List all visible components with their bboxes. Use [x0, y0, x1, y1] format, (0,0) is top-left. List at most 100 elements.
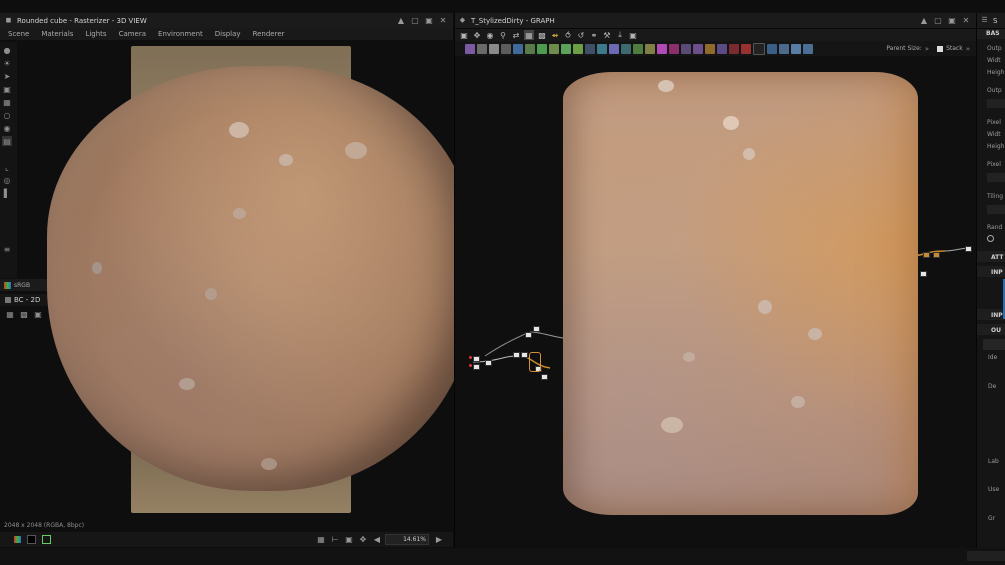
prop-input-params[interactable]: INP [991, 269, 1003, 276]
node-frame-icon[interactable] [779, 43, 789, 54]
graph-node[interactable] [473, 364, 480, 370]
node-noise-icon[interactable] [549, 43, 559, 54]
tree-icon[interactable]: ≡ [2, 244, 12, 254]
snapshot-icon[interactable]: ◉ [485, 30, 495, 40]
save-icon[interactable]: ▩ [19, 309, 29, 319]
float-icon[interactable]: ▢ [411, 16, 419, 25]
node-pattern-icon[interactable] [561, 43, 571, 54]
seed-radio[interactable] [987, 235, 994, 242]
node-bitmap-icon[interactable] [753, 42, 765, 55]
histogram-icon[interactable]: ▌ [2, 188, 12, 198]
material-icon[interactable]: ◉ [2, 123, 12, 133]
pan-icon[interactable]: ✥ [472, 30, 482, 40]
zoom-icon[interactable]: ⚲ [498, 30, 508, 40]
node-shape-icon[interactable] [573, 43, 583, 54]
node-text-icon[interactable] [693, 43, 703, 54]
properties-subheader[interactable] [983, 339, 1005, 350]
node-pin-icon[interactable] [791, 43, 801, 54]
node-ao-icon[interactable] [633, 43, 643, 54]
fit-view-icon[interactable]: ▣ [345, 535, 353, 544]
maximize-icon[interactable]: ▣ [948, 16, 956, 25]
node-filter-icon[interactable] [597, 43, 607, 54]
node-group-icon[interactable] [803, 43, 813, 54]
channel-icon[interactable]: ▣ [33, 309, 43, 319]
prop-field[interactable] [987, 205, 1005, 214]
node-gradient-icon[interactable] [537, 43, 547, 54]
graph-node[interactable] [485, 360, 492, 366]
node-fx-icon[interactable] [717, 43, 727, 54]
rgb-icon[interactable] [14, 536, 21, 543]
graph-node[interactable] [965, 246, 972, 252]
node-curve-icon[interactable] [513, 43, 523, 54]
prop-inputs[interactable]: INP [991, 312, 1003, 319]
layers-icon[interactable]: ▦ [2, 97, 12, 107]
node-pin[interactable] [469, 364, 472, 367]
select-icon[interactable]: ➤ [2, 71, 12, 81]
background-color-icon[interactable] [27, 535, 36, 544]
camera-icon[interactable]: ● [2, 45, 12, 55]
grid-toggle-icon[interactable]: ▦ [524, 30, 534, 40]
stack-checkbox[interactable] [937, 45, 944, 52]
node-warp-icon[interactable] [525, 43, 535, 54]
menu-environment[interactable]: Environment [158, 30, 203, 38]
graph-node[interactable] [473, 356, 480, 362]
prop-field[interactable] [987, 99, 1005, 108]
node-normal-icon[interactable] [609, 43, 619, 54]
grid-icon[interactable]: ▦ [317, 535, 325, 544]
graph-node[interactable] [933, 252, 940, 258]
sphere-icon[interactable]: ○ [2, 110, 12, 120]
prop-field[interactable] [987, 173, 1005, 182]
node-output-icon[interactable] [669, 43, 679, 54]
menu-scene[interactable]: Scene [8, 30, 29, 38]
graph-node[interactable] [541, 374, 548, 380]
prop-attributes[interactable]: ATT [991, 254, 1004, 261]
prop-basic[interactable]: BAS [986, 30, 1000, 37]
node-tile-icon[interactable] [585, 43, 595, 54]
pin-icon[interactable]: ▲ [920, 16, 928, 25]
stack-dropdown-icon[interactable]: » [966, 45, 970, 53]
display-icon[interactable] [42, 535, 51, 544]
close-icon[interactable]: ✕ [962, 16, 970, 25]
graph-node[interactable] [521, 352, 528, 358]
move-icon[interactable]: ✥ [359, 535, 367, 544]
menu-display[interactable]: Display [215, 30, 241, 38]
menu-renderer[interactable]: Renderer [253, 30, 285, 38]
graph-node[interactable] [920, 271, 927, 277]
graph-node[interactable] [525, 332, 532, 338]
node-comment-icon[interactable] [767, 43, 777, 54]
node-svg-icon[interactable] [741, 43, 751, 54]
zoom-out-icon[interactable]: ◀ [373, 535, 381, 544]
graph-node[interactable] [533, 326, 540, 332]
connect-icon[interactable]: ⥀ [563, 30, 573, 40]
wire-icon[interactable]: ⚭ [589, 30, 599, 40]
node-blur-icon[interactable] [489, 43, 499, 54]
eye-icon[interactable]: ◎ [2, 175, 12, 185]
graph-node[interactable] [513, 352, 520, 358]
focus-icon[interactable]: ▣ [628, 30, 638, 40]
node-height-icon[interactable] [621, 43, 631, 54]
node-function-icon[interactable] [705, 43, 715, 54]
fit-icon[interactable]: ▦ [5, 309, 15, 319]
pin-icon[interactable]: ▲ [397, 16, 405, 25]
frame-icon[interactable]: ▣ [459, 30, 469, 40]
node-blend-icon[interactable] [477, 43, 487, 54]
tiling-icon[interactable]: ⊢ [331, 535, 339, 544]
node-mask-icon[interactable] [645, 43, 655, 54]
maximize-icon[interactable]: ▣ [425, 16, 433, 25]
menu-materials[interactable]: Materials [41, 30, 73, 38]
link-icon[interactable]: ⇄ [511, 30, 521, 40]
float-icon[interactable]: ▢ [934, 16, 942, 25]
node-pin[interactable] [469, 356, 472, 359]
menu-lights[interactable]: Lights [85, 30, 106, 38]
node-atomic-icon[interactable] [465, 43, 475, 54]
export-icon[interactable]: ⤓ [615, 30, 625, 40]
menu-camera[interactable]: Camera [119, 30, 146, 38]
node-color-icon[interactable] [657, 43, 667, 54]
node-material-icon[interactable] [681, 43, 691, 54]
node-levels-icon[interactable] [501, 43, 511, 54]
align-icon[interactable]: ⇴ [550, 30, 560, 40]
tools-icon[interactable]: ⚒ [602, 30, 612, 40]
zoom-in-icon[interactable]: ▶ [435, 535, 443, 544]
screen-icon[interactable]: ▤ [2, 136, 12, 146]
axis-icon[interactable]: ⌞ [2, 162, 12, 172]
